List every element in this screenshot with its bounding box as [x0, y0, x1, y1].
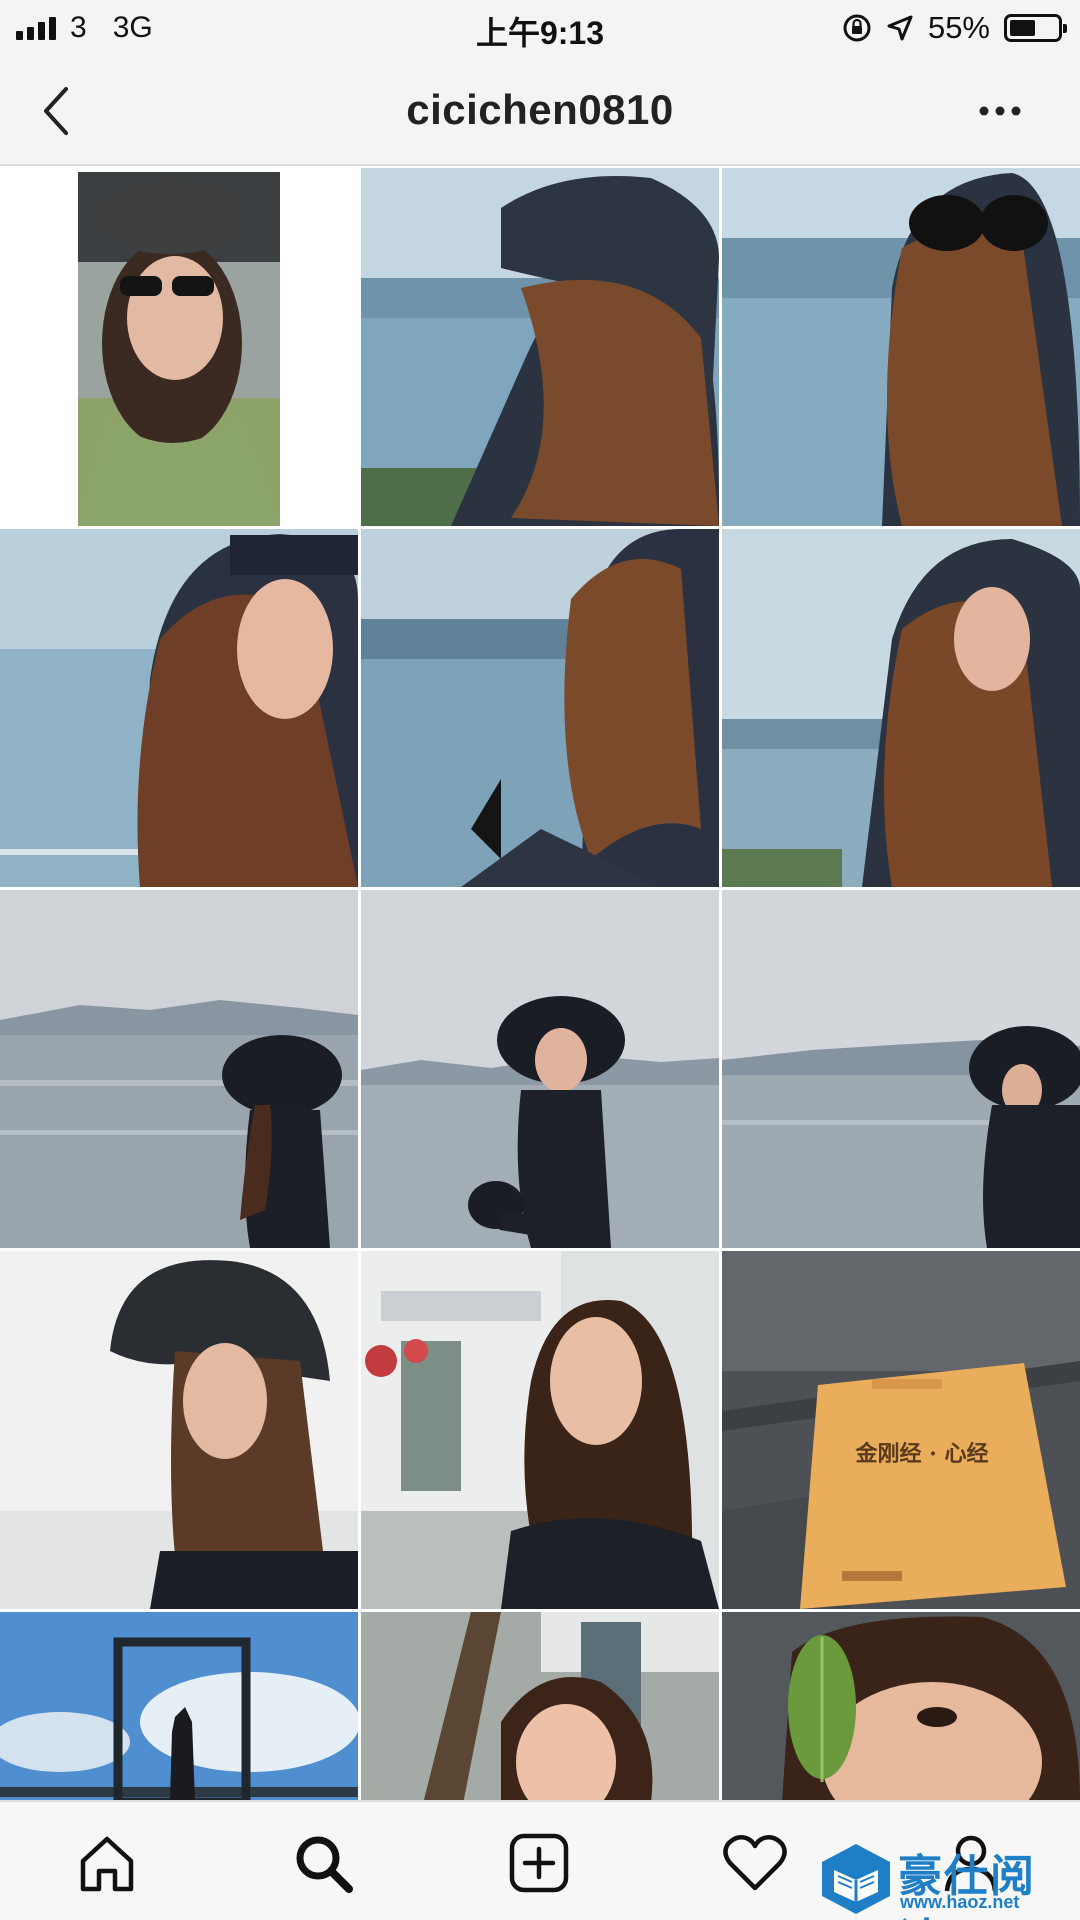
grid-photo-15[interactable]: [722, 1612, 1080, 1800]
tab-add-post[interactable]: [504, 1828, 574, 1898]
grid-photo-1[interactable]: [0, 168, 358, 526]
more-options-button[interactable]: [960, 86, 1040, 136]
grid-photo-4[interactable]: [0, 529, 358, 887]
photo-grid: 金刚经 · 心经: [0, 168, 1080, 1800]
home-icon: [80, 1836, 134, 1892]
grid-photo-5[interactable]: [361, 529, 719, 887]
grid-photo-11[interactable]: [361, 1251, 719, 1609]
grid-photo-3[interactable]: [722, 168, 1080, 526]
heart-icon: [723, 1835, 787, 1891]
profile-username-title: cicichen0810: [406, 86, 674, 133]
add-post-icon: [509, 1833, 569, 1893]
grid-photo-14[interactable]: [361, 1612, 719, 1800]
watermark-url: www.haoz.net: [900, 1892, 1020, 1912]
tab-home[interactable]: [72, 1828, 142, 1898]
status-bar: 3 3G 上午9:13 55%: [0, 0, 1080, 56]
watermark: 豪仕阅读 www.haoz.net: [818, 1838, 1076, 1920]
grid-photo-6[interactable]: [722, 529, 1080, 887]
grid-photo-8[interactable]: [361, 890, 719, 1248]
grid-photo-2[interactable]: [361, 168, 719, 526]
grid-photo-12[interactable]: 金刚经 · 心经: [722, 1251, 1080, 1609]
battery-percent: 55%: [927, 10, 990, 45]
grid-photo-10[interactable]: [0, 1251, 358, 1609]
search-icon: [296, 1836, 353, 1893]
status-right: 55%: [842, 8, 1067, 48]
nav-bar: cicichen0810: [0, 56, 1080, 166]
battery-icon: [1004, 14, 1067, 42]
grid-photo-13[interactable]: [0, 1612, 358, 1800]
battery-fill: [1010, 20, 1036, 36]
tab-search[interactable]: [288, 1828, 358, 1898]
grid-photo-9[interactable]: [722, 890, 1080, 1248]
tab-activity[interactable]: [720, 1828, 790, 1898]
rotation-lock-icon: [843, 14, 871, 42]
location-arrow-icon: [887, 15, 913, 41]
more-dots-icon: [979, 106, 1021, 116]
book-logo-icon: [822, 1844, 890, 1914]
book-title: 金刚经 · 心经: [855, 1441, 989, 1467]
grid-photo-7[interactable]: [0, 890, 358, 1248]
